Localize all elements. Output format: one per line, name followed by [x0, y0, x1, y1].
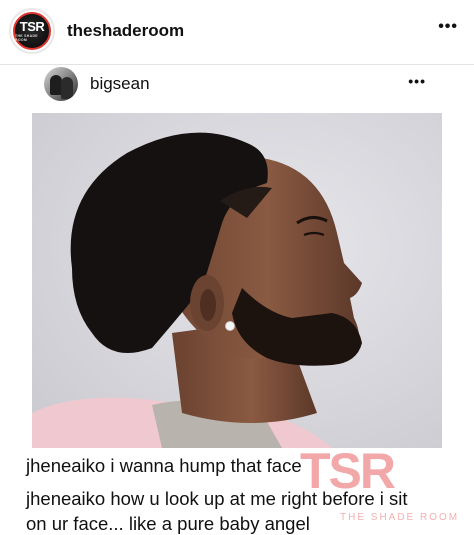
comment-text: how u look up at me right before i sit: [110, 488, 408, 509]
post-photo[interactable]: [32, 113, 442, 448]
comment-2-continuation: on ur face... like a pure baby angel: [26, 513, 310, 534]
theshaderoom-avatar[interactable]: TSR THE SHADE ROOM: [9, 8, 55, 54]
comment-username[interactable]: jheneaiko: [26, 488, 105, 509]
portrait-image: [32, 113, 442, 448]
watermark-tagline: THE SHADE ROOM: [340, 512, 460, 523]
embedded-username[interactable]: bigsean: [90, 74, 150, 94]
tsr-logo-subtext: THE SHADE ROOM: [15, 33, 38, 42]
embedded-options-icon[interactable]: •••: [408, 73, 426, 89]
comment-1: jheneaiko i wanna hump that face: [26, 455, 302, 477]
post-header: TSR THE SHADE ROOM theshaderoom •••: [0, 0, 474, 62]
tsr-logo-icon: TSR THE SHADE ROOM: [13, 12, 51, 50]
bigsean-avatar[interactable]: [44, 67, 78, 101]
comment-username[interactable]: jheneaiko: [26, 455, 105, 476]
comment-2: jheneaiko how u look up at me right befo…: [26, 488, 408, 510]
post-options-icon[interactable]: •••: [438, 18, 458, 36]
post-username[interactable]: theshaderoom: [67, 21, 184, 41]
tsr-logo-text: TSR: [19, 18, 45, 34]
comment-text: i wanna hump that face: [110, 455, 302, 476]
